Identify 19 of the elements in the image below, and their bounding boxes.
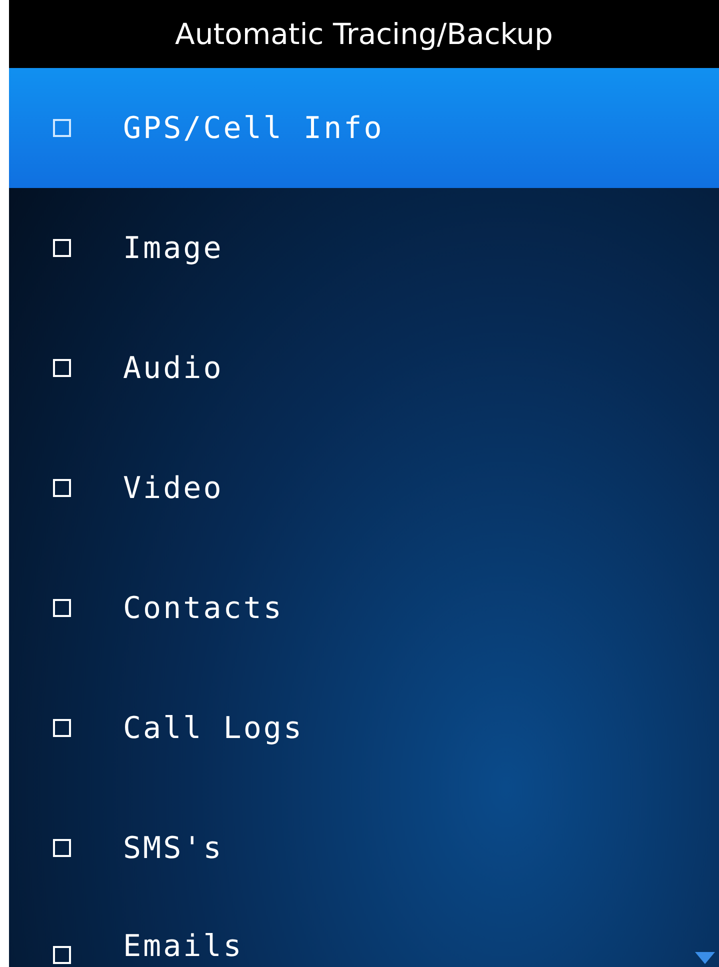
item-label: Video — [123, 470, 224, 506]
list-item[interactable]: Video — [9, 428, 719, 548]
list-item[interactable]: Contacts — [9, 548, 719, 668]
window-title: Automatic Tracing/Backup — [9, 0, 719, 68]
scroll-down-icon — [695, 952, 715, 964]
checkbox[interactable] — [53, 119, 71, 137]
list-item[interactable]: GPS/Cell Info — [9, 68, 719, 188]
item-label: Call Logs — [123, 710, 304, 746]
list-item[interactable]: Audio — [9, 308, 719, 428]
list-item[interactable]: SMS's — [9, 788, 719, 908]
item-label: Audio — [123, 350, 224, 386]
item-label: SMS's — [123, 830, 224, 866]
list-item[interactable]: Image — [9, 188, 719, 308]
list-item[interactable]: Call Logs — [9, 668, 719, 788]
item-label: GPS/Cell Info — [123, 110, 384, 146]
item-label: Emails — [123, 929, 244, 964]
item-label: Image — [123, 230, 224, 266]
list-item[interactable]: Emails — [9, 908, 719, 967]
item-label: Contacts — [123, 590, 284, 626]
